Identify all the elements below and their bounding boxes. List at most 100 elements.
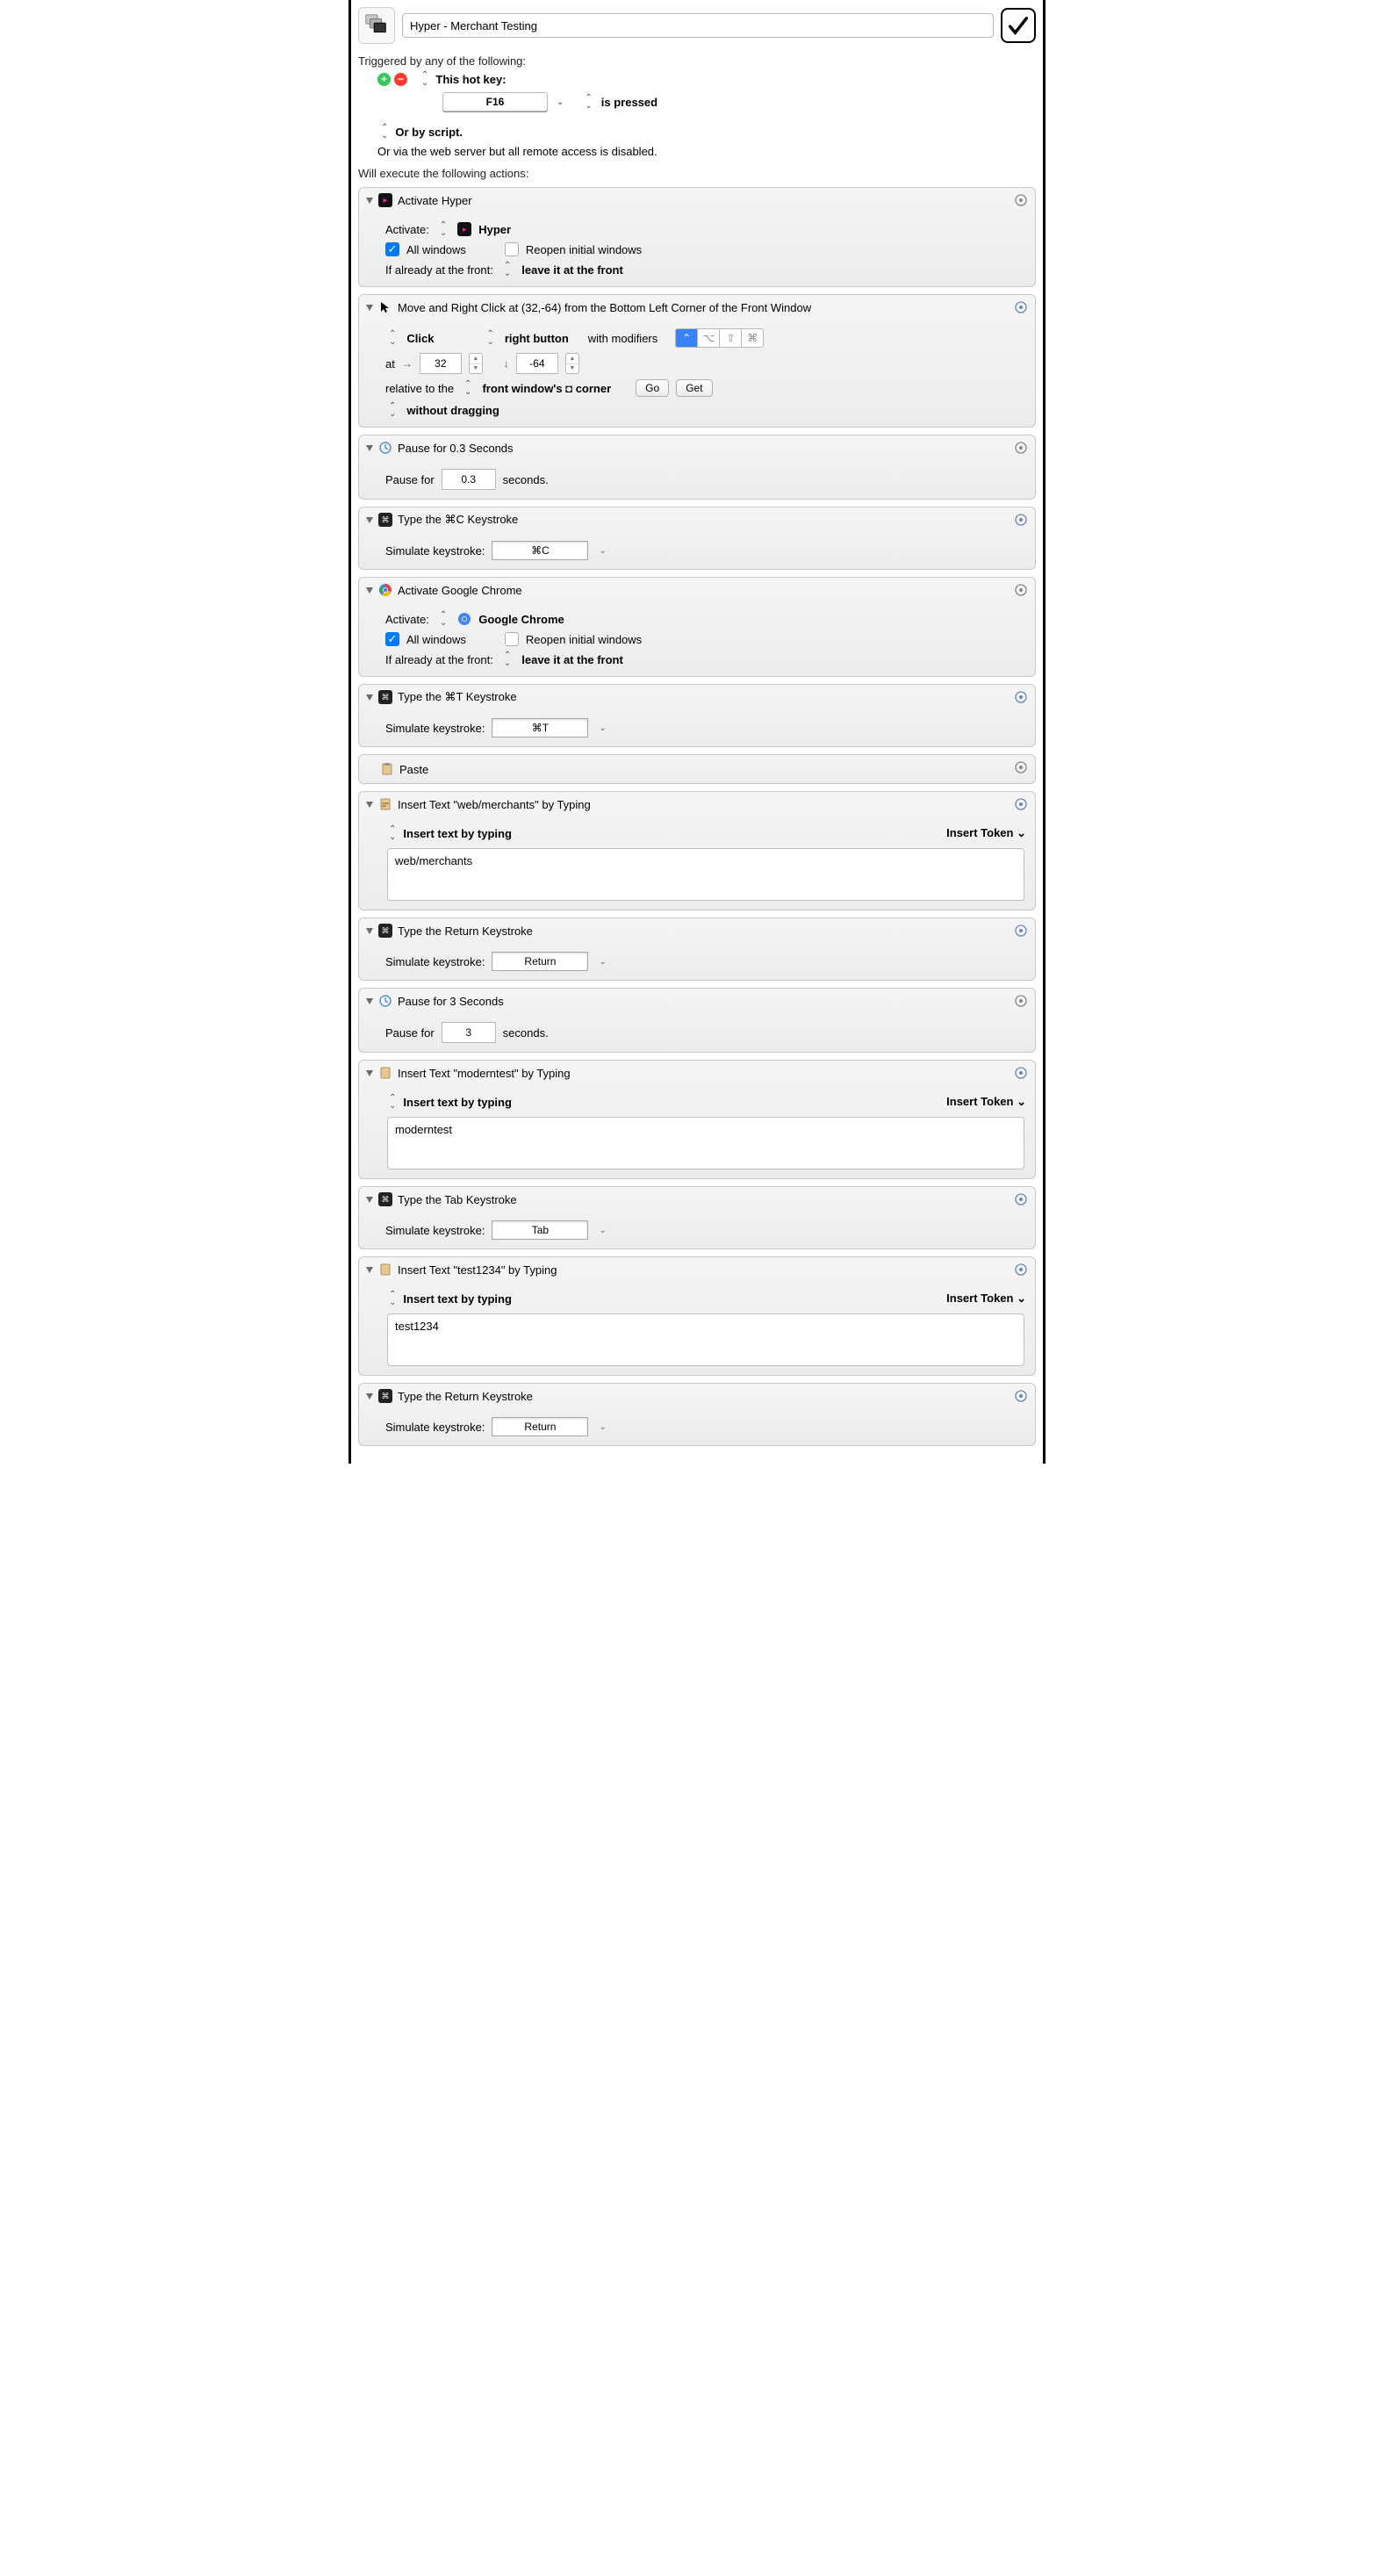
add-trigger-button[interactable]: +	[377, 73, 391, 86]
app-selector[interactable]	[440, 221, 447, 237]
y-coord-input[interactable]	[516, 353, 558, 374]
arrow-right-icon: →	[402, 357, 413, 370]
disclosure-icon[interactable]	[366, 305, 373, 311]
insert-text-field[interactable]: web/merchants	[387, 848, 1024, 901]
keystroke-field[interactable]: ⌘C	[492, 541, 588, 560]
keystroke-field[interactable]: Return	[492, 1417, 588, 1436]
pause-value-input[interactable]	[442, 469, 496, 490]
keystroke-history-button[interactable]: ⌄	[595, 1226, 606, 1235]
x-coord-input[interactable]	[420, 353, 462, 374]
or-script-label: Or by script.	[395, 126, 463, 139]
hyper-app-icon: ▸	[457, 222, 471, 236]
if-front-value: leave it at the front	[521, 653, 623, 666]
keystroke-history-button[interactable]: ⌄	[595, 723, 606, 733]
action-move-right-click: Move and Right Click at (32,-64) from th…	[358, 294, 1036, 428]
gear-icon[interactable]	[1014, 513, 1028, 527]
hotkey-state-selector[interactable]	[585, 94, 592, 110]
reopen-checkbox[interactable]	[505, 632, 519, 646]
disclosure-icon[interactable]	[366, 1070, 373, 1076]
gear-icon[interactable]	[1014, 300, 1028, 314]
keystroke-history-button[interactable]: ⌄	[595, 957, 606, 967]
action-pause-03: Pause for 0.3 Seconds Pause for seconds.	[358, 435, 1036, 500]
script-trigger-selector[interactable]	[381, 124, 388, 140]
insert-mode-selector[interactable]	[389, 1291, 396, 1306]
modifier-option-toggle[interactable]: ⌥	[698, 328, 720, 348]
insert-mode-selector[interactable]	[389, 1094, 396, 1110]
arrow-down-icon: ↓	[504, 357, 509, 370]
gear-icon[interactable]	[1014, 760, 1028, 774]
y-coord-stepper[interactable]: ▲▼	[565, 353, 579, 374]
go-button[interactable]: Go	[636, 379, 669, 397]
macro-enabled-toggle[interactable]	[1001, 8, 1036, 43]
action-type-cmd-c: ⌘ Type the ⌘C Keystroke Simulate keystro…	[358, 507, 1036, 570]
insert-token-button[interactable]: Insert Token ⌄	[946, 1095, 1026, 1109]
modifier-command-toggle[interactable]: ⌘	[742, 328, 764, 348]
click-mode-selector[interactable]	[389, 330, 396, 346]
gear-icon[interactable]	[1014, 690, 1028, 704]
gear-icon[interactable]	[1014, 924, 1028, 938]
disclosure-icon[interactable]	[366, 1393, 373, 1400]
disclosure-icon[interactable]	[366, 445, 373, 451]
disclosure-icon[interactable]	[366, 928, 373, 934]
disclosure-icon[interactable]	[366, 517, 373, 523]
disclosure-icon[interactable]	[366, 694, 373, 701]
remove-trigger-button[interactable]: −	[394, 73, 407, 86]
action-insert-test1234: Insert Text "test1234" by Typing Insert …	[358, 1256, 1036, 1376]
disclosure-icon[interactable]	[366, 1197, 373, 1203]
macro-title-input[interactable]	[402, 13, 994, 38]
keystroke-history-button[interactable]: ⌄	[595, 1422, 606, 1432]
insert-mode-selector[interactable]	[389, 825, 396, 841]
pause-label: Pause for	[385, 1026, 435, 1040]
keystroke-field[interactable]: ⌘T	[492, 718, 588, 738]
all-windows-checkbox[interactable]: ✓	[385, 242, 399, 256]
keyboard-key-icon: ⌘	[378, 1192, 392, 1206]
modifier-shift-toggle[interactable]: ⇧	[720, 328, 742, 348]
insert-text-field[interactable]: test1234	[387, 1313, 1024, 1366]
disclosure-icon[interactable]	[366, 802, 373, 808]
insert-token-button[interactable]: Insert Token ⌄	[946, 1292, 1026, 1306]
disclosure-icon[interactable]	[366, 587, 373, 594]
or-web-label: Or via the web server but all remote acc…	[358, 145, 1036, 158]
gear-icon[interactable]	[1014, 1389, 1028, 1403]
if-front-selector[interactable]	[504, 651, 511, 667]
keystroke-history-button[interactable]: ⌄	[595, 546, 606, 556]
relative-selector[interactable]	[464, 380, 471, 396]
with-modifiers-label: with modifiers	[588, 332, 657, 345]
trigger-type-selector[interactable]	[421, 71, 428, 87]
hotkey-history-button[interactable]: ⌄	[553, 97, 567, 107]
gear-icon[interactable]	[1014, 583, 1028, 597]
clipboard-text-icon	[378, 1066, 392, 1080]
action-title: Type the ⌘T Keystroke	[398, 690, 517, 704]
keystroke-field[interactable]: Return	[492, 952, 588, 971]
disclosure-icon[interactable]	[366, 998, 373, 1004]
drag-selector[interactable]	[389, 402, 396, 418]
all-windows-checkbox[interactable]: ✓	[385, 632, 399, 646]
insert-token-button[interactable]: Insert Token ⌄	[946, 826, 1026, 840]
disclosure-icon[interactable]	[366, 198, 373, 204]
gear-icon[interactable]	[1014, 441, 1028, 455]
macro-icon[interactable]	[358, 7, 395, 44]
gear-icon[interactable]	[1014, 1263, 1028, 1277]
reopen-checkbox[interactable]	[505, 242, 519, 256]
triggered-label: Triggered by any of the following:	[358, 54, 1036, 68]
action-insert-moderntest: Insert Text "moderntest" by Typing Inser…	[358, 1060, 1036, 1179]
gear-icon[interactable]	[1014, 193, 1028, 207]
if-front-selector[interactable]	[504, 262, 511, 277]
simulate-label: Simulate keystroke:	[385, 544, 485, 558]
gear-icon[interactable]	[1014, 1192, 1028, 1206]
action-type-tab: ⌘ Type the Tab Keystroke Simulate keystr…	[358, 1186, 1036, 1249]
x-coord-stepper[interactable]: ▲▼	[469, 353, 483, 374]
gear-icon[interactable]	[1014, 797, 1028, 811]
modifier-ctrl-toggle[interactable]: ⌃	[675, 328, 698, 348]
gear-icon[interactable]	[1014, 994, 1028, 1008]
hotkey-field[interactable]: F16	[442, 92, 548, 112]
app-selector[interactable]	[440, 611, 447, 627]
get-button[interactable]: Get	[676, 379, 712, 397]
gear-icon[interactable]	[1014, 1066, 1028, 1080]
disclosure-icon[interactable]	[366, 1267, 373, 1273]
pause-value-input[interactable]	[442, 1022, 496, 1043]
action-title: Type the ⌘C Keystroke	[398, 513, 518, 527]
mouse-button-selector[interactable]	[486, 330, 493, 346]
keystroke-field[interactable]: Tab	[492, 1220, 588, 1240]
insert-text-field[interactable]: moderntest	[387, 1117, 1024, 1169]
